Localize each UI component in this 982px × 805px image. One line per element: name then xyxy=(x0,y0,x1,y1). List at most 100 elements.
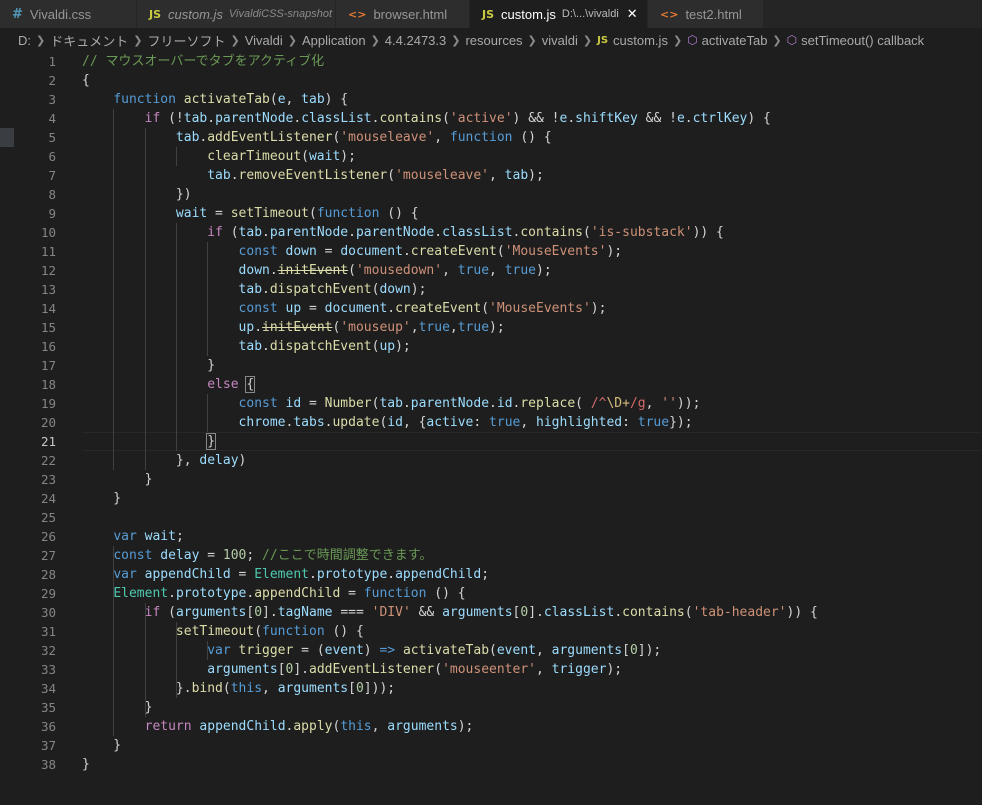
code-line[interactable]: chrome.tabs.update(id, {active: true, hi… xyxy=(82,413,693,432)
breadcrumb-item[interactable]: resources xyxy=(465,33,522,48)
code-line[interactable]: const id = Number(tab.parentNode.id.repl… xyxy=(82,394,701,413)
indent-guide xyxy=(175,622,177,698)
code-line[interactable]: function activateTab(e, tab) { xyxy=(82,90,348,109)
code-line[interactable]: tab.removeEventListener('mouseleave', ta… xyxy=(82,166,544,185)
code-token: ( xyxy=(160,605,176,620)
breadcrumb-item[interactable]: vivaldi xyxy=(542,33,578,48)
code-token: delay xyxy=(160,548,200,563)
code-token: ) xyxy=(363,643,380,658)
code-line[interactable]: return appendChild.apply(this, arguments… xyxy=(82,717,474,736)
tab-5[interactable]: <> test2.html xyxy=(648,0,764,28)
code-line[interactable]: }.bind(this, arguments[0])); xyxy=(82,679,395,698)
breadcrumb-item[interactable]: ⬡ setTimeout() callback xyxy=(787,33,925,48)
code-line[interactable]: } xyxy=(82,736,121,755)
code-line[interactable]: const down = document.createEvent('Mouse… xyxy=(82,242,623,261)
code-token: . xyxy=(489,396,497,411)
code-token: 100 xyxy=(222,548,247,563)
tab-2[interactable]: JS custom.js VivaldiCSS-snapshot xyxy=(137,0,336,28)
breadcrumb-item[interactable]: ドキュメント xyxy=(50,31,128,50)
code-token: wait xyxy=(308,149,341,164)
tab-label: test2.html xyxy=(685,6,742,22)
code-token: true xyxy=(489,415,521,430)
close-tab-icon[interactable]: ✕ xyxy=(627,7,638,22)
code-line[interactable]: const up = document.createEvent('MouseEv… xyxy=(82,299,607,318)
code-token: ]. xyxy=(528,605,544,620)
code-token: const xyxy=(113,548,153,563)
code-line[interactable]: tab.dispatchEvent(up); xyxy=(82,337,411,356)
code-line[interactable]: } xyxy=(82,432,217,451)
code-token: parentNode xyxy=(355,225,435,240)
code-line[interactable]: tab.addEventListener('mouseleave', funct… xyxy=(82,128,552,147)
code-token: )); xyxy=(676,396,701,411)
breadcrumb-item[interactable]: ⬡ activateTab xyxy=(687,33,767,48)
code-line[interactable]: { xyxy=(82,71,90,90)
breadcrumb-item[interactable]: D: xyxy=(18,33,31,48)
code-token: ); xyxy=(606,662,623,677)
code-token: up xyxy=(285,301,302,316)
breadcrumb-item[interactable]: Application xyxy=(302,33,366,48)
code-line[interactable]: // マウスオーバーでタブをアクティブ化 xyxy=(82,52,324,71)
code-token: appendChild xyxy=(199,719,286,734)
code-line[interactable]: else { xyxy=(82,375,256,394)
code-line[interactable]: var wait; xyxy=(82,527,183,546)
code-line[interactable]: } xyxy=(82,698,153,717)
code-token: Element xyxy=(254,567,309,582)
code-line[interactable]: } xyxy=(82,356,215,375)
tab-3[interactable]: <> browser.html xyxy=(336,0,470,28)
code-line[interactable]: if (!tab.parentNode.classList.contains('… xyxy=(82,109,771,128)
code-token: ; xyxy=(246,548,263,563)
code-token: //ここで時間調整できます。 xyxy=(262,548,433,563)
breadcrumb-label: custom.js xyxy=(613,32,668,48)
code-line[interactable]: if (arguments[0].tagName === 'DIV' && ar… xyxy=(82,603,818,622)
line-number: 3 xyxy=(48,92,56,107)
code-token: } xyxy=(82,738,122,753)
breadcrumb-label: 4.4.2473.3 xyxy=(384,32,447,48)
code-line[interactable]: const delay = 100; //ここで時間調整できます。 xyxy=(82,546,432,565)
line-number: 31 xyxy=(40,624,56,639)
code-token: arguments xyxy=(207,662,278,677)
code-line[interactable]: } xyxy=(82,489,121,508)
code-line[interactable]: down.initEvent('mousedown', true, true); xyxy=(82,261,552,280)
code-line[interactable]: } xyxy=(82,470,153,489)
tab-4[interactable]: JS custom.js D:\...\vivaldi ✕ xyxy=(470,0,648,28)
line-number: 23 xyxy=(40,472,56,487)
code-editor[interactable]: 1 // マウスオーバーでタブをアクティブ化 2 {3 function activa… xyxy=(0,52,982,805)
code-line[interactable]: Element.prototype.appendChild = function… xyxy=(82,584,465,603)
breadcrumb-item[interactable]: Vivaldi xyxy=(245,33,283,48)
code-line[interactable]: tab.dispatchEvent(down); xyxy=(82,280,427,299)
code-token: ( xyxy=(434,662,443,677)
tab-1[interactable]: # Vivaldi.css xyxy=(0,0,137,28)
code-line[interactable]: } xyxy=(82,755,90,774)
code-token: , { xyxy=(402,415,427,430)
code-line[interactable]: var trigger = (event) => activateTab(eve… xyxy=(82,641,661,660)
code-token: function xyxy=(363,586,427,601)
code-line[interactable]: setTimeout(function () { xyxy=(82,622,364,641)
code-token: up xyxy=(379,339,396,354)
code-token: 0 xyxy=(355,681,364,696)
code-token: tab xyxy=(175,130,200,145)
breadcrumb-item[interactable]: JS custom.js xyxy=(597,33,668,48)
line-number: 27 xyxy=(40,548,56,563)
code-line[interactable]: wait = setTimeout(function () { xyxy=(82,204,419,223)
code-line[interactable]: arguments[0].addEventListener('mouseente… xyxy=(82,660,622,679)
breadcrumb-item[interactable]: 4.4.2473.3 xyxy=(385,33,446,48)
code-line[interactable]: var appendChild = Element.prototype.appe… xyxy=(82,565,489,584)
code-token: function xyxy=(262,624,325,639)
code-line[interactable]: clearTimeout(wait); xyxy=(82,147,356,166)
code-token: prototype xyxy=(316,567,388,582)
code-line[interactable]: }, delay) xyxy=(82,451,246,470)
line-number: 21 xyxy=(40,434,56,449)
code-line[interactable]: if (tab.parentNode.parentNode.classList.… xyxy=(82,223,724,242)
code-line[interactable]: }) xyxy=(82,185,192,204)
code-token: } xyxy=(82,757,90,772)
breadcrumb-item[interactable]: フリーソフト xyxy=(147,31,225,50)
code-token: down xyxy=(238,263,270,278)
line-number: 35 xyxy=(40,700,56,715)
code-token: activateTab xyxy=(183,92,270,107)
breadcrumb-label: Vivaldi xyxy=(244,32,283,48)
code-token: ) { xyxy=(747,111,771,126)
